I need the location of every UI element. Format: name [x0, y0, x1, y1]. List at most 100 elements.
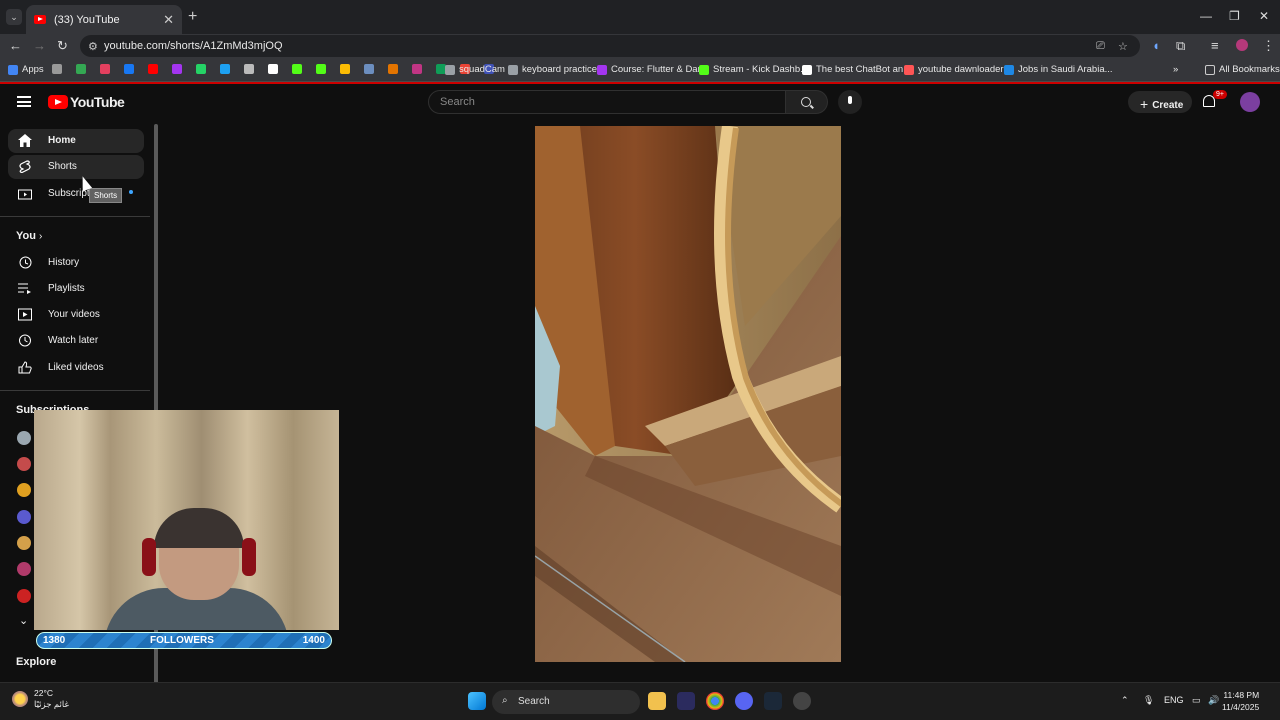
video-frame-image	[535, 126, 841, 662]
search-input[interactable]: Search	[428, 90, 786, 114]
bookmark-chatbot[interactable]: The best ChatBot an...	[802, 64, 911, 75]
kick-icon	[316, 64, 326, 74]
bookmark-youtube-downloader[interactable]: youtube dawnloader	[904, 64, 1004, 75]
restore-button[interactable]: ❐	[1229, 9, 1240, 23]
reload-button[interactable]: ↻	[57, 38, 68, 54]
sidebar-item-shorts[interactable]: Shorts	[8, 155, 144, 179]
sidebar-item-home[interactable]: Home	[8, 129, 144, 153]
subscription-channel-avatar[interactable]	[17, 457, 31, 471]
webcam-person-hair	[154, 508, 244, 548]
instagram-icon	[412, 64, 422, 74]
short-video-player[interactable]	[535, 126, 841, 662]
facebook-icon	[124, 64, 134, 74]
bookmark-kick-dashboard[interactable]: Stream - Kick Dashb...	[699, 64, 808, 75]
system-clock[interactable]: 11:48 PM 11/4/2025	[1222, 689, 1259, 713]
sidebar-item-playlists[interactable]: Playlists	[8, 277, 144, 301]
folder-icon	[1205, 64, 1215, 75]
extension-icon[interactable]: ◖	[1152, 38, 1160, 53]
app-icon[interactable]	[677, 692, 695, 710]
bookmark-star-icon[interactable]: ☆	[1118, 40, 1128, 53]
back-button[interactable]: ←	[9, 38, 22, 53]
drive-icon	[340, 64, 350, 74]
minimize-button[interactable]: —	[1200, 9, 1212, 23]
sidebar-item-subscriptions[interactable]: Subscriptions	[8, 182, 144, 206]
sidebar-item-watch-later[interactable]: Watch later	[8, 329, 144, 353]
bookmark-icon	[508, 64, 518, 75]
steam-icon[interactable]	[764, 692, 782, 710]
subscription-channel-avatar[interactable]	[17, 483, 31, 497]
site-info-icon[interactable]: ⚙	[88, 40, 98, 53]
show-hidden-icons-chevron-icon[interactable]: ⌃	[1121, 695, 1129, 706]
github-icon	[268, 64, 278, 74]
weather-icon	[12, 691, 28, 707]
all-bookmarks-button[interactable]: All Bookmarks	[1205, 64, 1280, 75]
youtube-logo[interactable]: YouTube	[48, 94, 125, 110]
chevron-right-icon: ›	[39, 231, 43, 242]
bookmark-squadcam[interactable]: squadCam	[445, 64, 505, 75]
sidebar-item-history[interactable]: History	[8, 251, 144, 275]
analytics-icon	[388, 64, 398, 74]
subscription-channel-avatar[interactable]	[17, 431, 31, 445]
microphone-icon[interactable]: 🎙	[1143, 695, 1154, 706]
chrome-menu-icon[interactable]: ⋮	[1262, 38, 1275, 54]
file-explorer-icon[interactable]	[648, 692, 666, 710]
liked-videos-icon	[18, 361, 32, 374]
media-controls-icon[interactable]: ≡	[1211, 38, 1219, 53]
account-avatar[interactable]	[1240, 92, 1260, 112]
playlists-icon	[18, 283, 31, 294]
bookmark-flutter-course[interactable]: Course: Flutter & Dart	[597, 64, 703, 75]
bookmark-icons-row[interactable]	[52, 64, 498, 74]
bookmark-icon	[364, 64, 374, 74]
input-language[interactable]: ENG	[1164, 695, 1184, 705]
chrome-icon[interactable]	[706, 692, 724, 710]
address-bar[interactable]: ⚙ youtube.com/shorts/A1ZmMd3mjOQ ⎚ ☆	[80, 35, 1140, 57]
sidebar-explore-heading: Explore	[16, 656, 57, 668]
headset-icon	[242, 538, 256, 576]
network-icon[interactable]: ▭	[1192, 695, 1201, 706]
sidebar-item-your-videos[interactable]: Your videos	[8, 303, 144, 327]
profile-avatar[interactable]	[1236, 39, 1248, 51]
search-button[interactable]	[786, 90, 828, 114]
subscription-channel-avatar[interactable]	[17, 562, 31, 576]
bookmark-icon	[244, 64, 254, 74]
bookmark-icon	[292, 64, 302, 74]
discord-icon[interactable]	[735, 692, 753, 710]
bookmark-apps[interactable]: Apps	[8, 64, 44, 75]
bookmark-keyboard-practice[interactable]: keyboard practice	[508, 64, 597, 75]
browser-tab-strip: ⌄ (33) YouTube ✕ + — ❐ ✕	[0, 0, 1280, 34]
subscription-channel-avatar[interactable]	[17, 510, 31, 524]
youtube-header: YouTube Search + Create 9+	[0, 84, 1280, 122]
menu-icon[interactable]	[17, 96, 31, 107]
create-button[interactable]: + Create	[1128, 91, 1192, 113]
bookmarks-overflow-icon[interactable]: »	[1173, 64, 1178, 75]
install-app-icon[interactable]: ⎚	[1096, 40, 1105, 53]
subscription-channel-avatar[interactable]	[17, 536, 31, 550]
extensions-puzzle-icon[interactable]: ⧉	[1176, 38, 1185, 54]
app-icon[interactable]	[793, 692, 811, 710]
shorts-icon	[19, 160, 31, 173]
subscription-channel-avatar[interactable]	[17, 589, 31, 603]
sidebar-you-heading[interactable]: You ›	[16, 230, 42, 242]
youtube-play-icon	[48, 95, 68, 109]
search-icon: ⌕	[502, 695, 508, 706]
bookmark-icon	[445, 64, 455, 75]
followers-current: 1380	[43, 635, 66, 646]
show-more-chevron-icon[interactable]: ⌄	[19, 614, 28, 627]
forward-button[interactable]: →	[33, 38, 46, 53]
bookmark-icon	[220, 64, 230, 74]
taskbar-search[interactable]: ⌕ Search	[492, 690, 640, 714]
bookmark-jobs-saudi[interactable]: Jobs in Saudi Arabia...	[1004, 64, 1113, 75]
bookmark-icon	[1004, 64, 1014, 75]
browser-tab[interactable]: (33) YouTube ✕	[26, 5, 182, 34]
voice-search-button[interactable]	[838, 90, 862, 114]
watch-later-icon	[19, 334, 31, 347]
windows-start-icon[interactable]	[468, 692, 486, 710]
close-tab-icon[interactable]: ✕	[163, 12, 174, 28]
close-window-button[interactable]: ✕	[1259, 9, 1269, 23]
tab-search-button[interactable]: ⌄	[6, 9, 22, 25]
new-tab-button[interactable]: +	[188, 8, 197, 26]
kick-icon	[699, 64, 709, 75]
weather-widget[interactable]: 22°C غائم جزئيًا	[10, 688, 69, 710]
sidebar-item-liked-videos[interactable]: Liked videos	[8, 356, 144, 380]
volume-icon[interactable]: 🔊	[1208, 695, 1219, 706]
